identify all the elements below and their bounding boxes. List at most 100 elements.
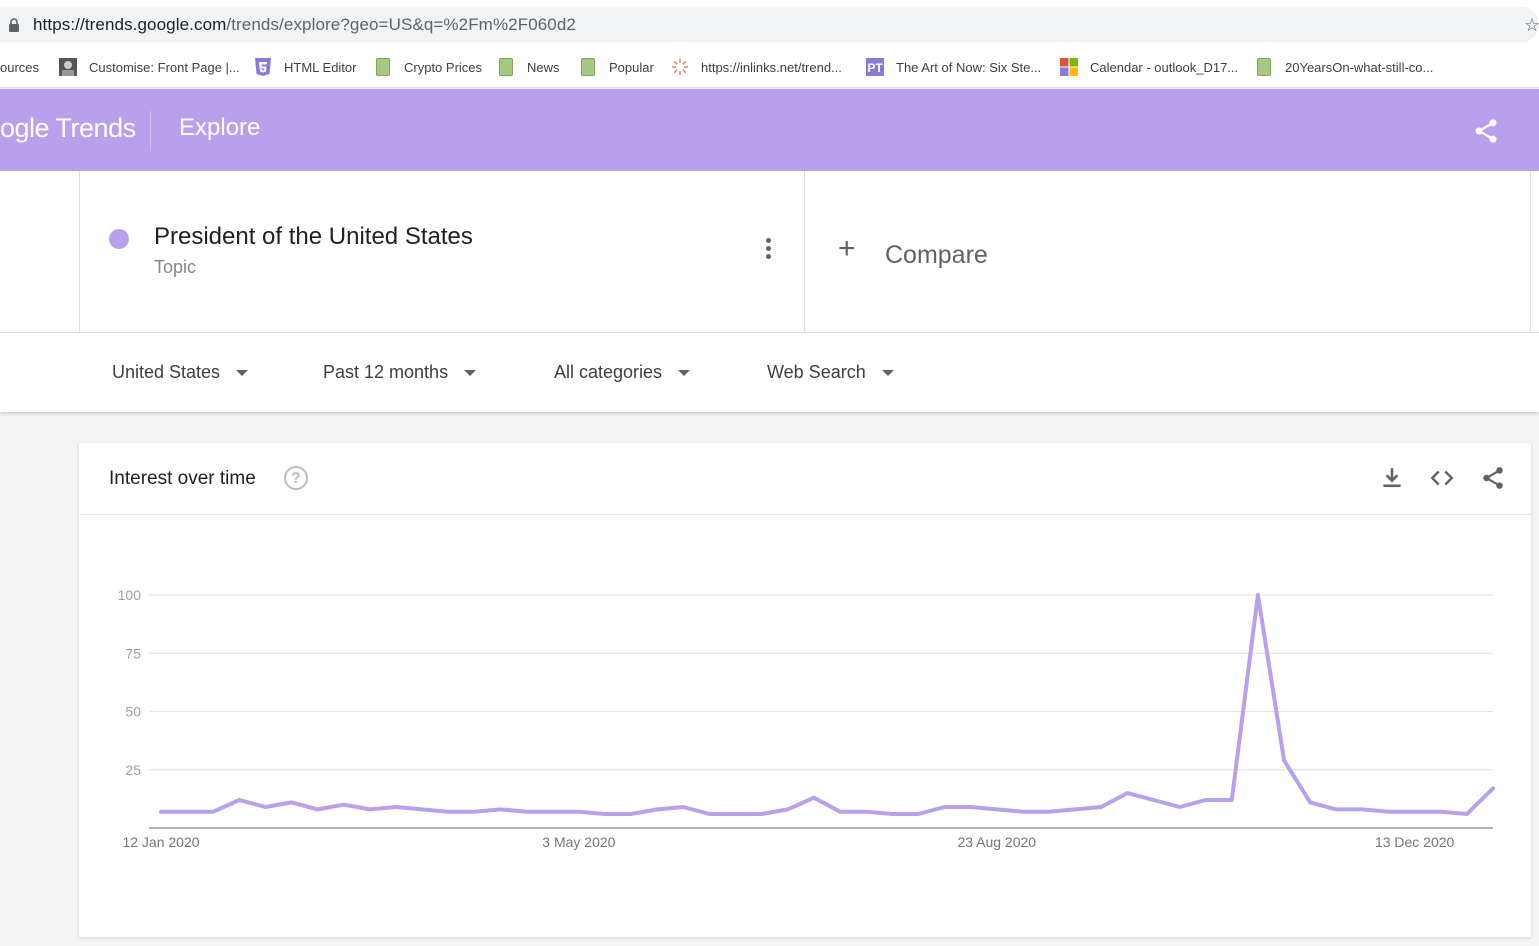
category-dropdown[interactable]: All categories — [554, 362, 691, 383]
data-point — [707, 812, 711, 816]
card-title: Interest over time — [109, 468, 256, 489]
compare-card[interactable]: + Compare — [805, 171, 1531, 332]
interest-line-chart[interactable]: 25 50 75 100 12 Jan 2020 3 May 2020 23 Aug 202… — [79, 515, 1531, 937]
data-point — [734, 812, 738, 816]
search-property-dropdown[interactable]: Web Search — [767, 362, 894, 383]
avatar-icon — [59, 58, 77, 76]
url-text[interactable]: https://trends.google.com/trends/explore… — [33, 15, 576, 35]
data-point — [838, 810, 842, 814]
bookmark-item[interactable]: Crypto Prices — [376, 56, 482, 78]
svg-text:PT: PT — [867, 61, 883, 75]
data-point — [1465, 812, 1469, 816]
caret-down-icon — [881, 369, 894, 376]
header-share-icon[interactable] — [1472, 117, 1500, 145]
share-icon[interactable] — [1480, 465, 1506, 491]
y-tick-label: 25 — [125, 762, 141, 778]
more-options-icon[interactable] — [766, 238, 772, 260]
data-point — [655, 807, 659, 811]
page-icon — [1257, 58, 1271, 76]
bookmark-item[interactable]: Calendar - outlook_D17... — [1060, 56, 1238, 78]
series-line[interactable] — [159, 593, 1495, 816]
panel-gutter — [0, 171, 79, 332]
bookmark-label: Customise: Front Page |... — [89, 59, 240, 75]
data-point — [211, 810, 215, 814]
bookmark-item[interactable]: HTML Editor — [254, 56, 356, 78]
data-point — [1256, 593, 1260, 597]
data-point — [237, 798, 241, 802]
data-point — [760, 812, 764, 816]
time-range-dropdown[interactable]: Past 12 months — [323, 362, 477, 383]
x-tick-label: 13 Dec 2020 — [1375, 834, 1455, 850]
term-name[interactable]: President of the United States — [154, 223, 473, 251]
dropdown-label: All categories — [554, 362, 663, 382]
bookmark-label: https://inlinks.net/trend... — [701, 59, 842, 75]
region-dropdown[interactable]: United States — [112, 362, 249, 383]
data-point — [1387, 810, 1391, 814]
data-point — [1151, 798, 1155, 802]
data-point — [943, 805, 947, 809]
x-tick-label: 3 May 2020 — [542, 834, 615, 850]
data-point — [1047, 810, 1051, 814]
data-point — [1099, 805, 1103, 809]
data-point — [916, 812, 920, 816]
data-point — [342, 803, 346, 807]
data-point — [1491, 786, 1495, 790]
bookmark-item[interactable]: Popular — [581, 56, 654, 78]
caret-down-icon — [464, 369, 477, 376]
data-point — [1360, 807, 1364, 811]
url-path: /trends/explore?geo=US&q=%2Fm%2F060d2 — [226, 15, 576, 34]
url-host: https://trends.google.com — [33, 15, 227, 34]
y-tick-label: 50 — [125, 704, 141, 720]
data-point — [472, 810, 476, 814]
dropdown-label: Web Search — [767, 362, 866, 382]
bookmark-star-icon[interactable]: ☆ — [1524, 15, 1539, 36]
bookmark-item[interactable]: News — [499, 56, 560, 78]
data-point — [1413, 810, 1417, 814]
bookmark-label: News — [527, 59, 560, 75]
compare-label[interactable]: Compare — [885, 241, 988, 270]
caret-down-icon — [678, 369, 691, 376]
data-point — [1439, 810, 1443, 814]
data-point — [577, 810, 581, 814]
download-icon[interactable] — [1379, 465, 1405, 491]
header-divider — [150, 111, 151, 151]
data-point — [1230, 798, 1234, 802]
bookmark-item[interactable]: 20YearsOn-what-still-co... — [1257, 56, 1433, 78]
term-color-dot — [109, 229, 129, 249]
bookmark-item[interactable]: ources — [0, 56, 39, 78]
bookmark-item[interactable]: https://inlinks.net/trend... — [671, 56, 842, 78]
data-point — [890, 812, 894, 816]
google-trends-logo[interactable]: ogle Trends — [0, 113, 136, 144]
data-point — [1204, 798, 1208, 802]
data-point — [1178, 805, 1182, 809]
data-point — [499, 807, 503, 811]
plus-icon[interactable]: + — [838, 234, 856, 264]
interest-over-time-card: Interest over time ? 25 50 75 100 12 Jan 202… — [79, 443, 1531, 937]
bookmark-item[interactable]: Customise: Front Page |... — [59, 56, 240, 78]
app-header: ogle Trends Explore — [0, 89, 1539, 171]
url-field[interactable]: https://trends.google.com/trends/explore… — [0, 7, 1539, 42]
bookmarks-bar: ources Customise: Front Page |... HTML E… — [0, 46, 1539, 88]
search-term-card[interactable]: President of the United States Topic — [79, 171, 805, 332]
bookmark-label: ources — [0, 59, 40, 75]
page-title: Explore — [179, 114, 261, 141]
data-point — [1073, 807, 1077, 811]
search-terms-panel: President of the United States Topic + C… — [0, 171, 1539, 332]
data-point — [420, 807, 424, 811]
bookmark-label: The Art of Now: Six Ste... — [896, 59, 1042, 75]
caret-down-icon — [236, 369, 249, 376]
data-point — [1125, 791, 1129, 795]
data-point — [629, 812, 633, 816]
bookmark-item[interactable]: PT The Art of Now: Six Ste... — [866, 56, 1041, 78]
dropdown-label: United States — [112, 362, 221, 382]
x-tick-label: 12 Jan 2020 — [122, 834, 199, 850]
pt-icon: PT — [866, 58, 884, 76]
help-icon[interactable]: ? — [284, 466, 308, 490]
data-point — [681, 805, 685, 809]
embed-code-icon[interactable] — [1429, 465, 1455, 491]
data-point — [969, 805, 973, 809]
lock-icon — [9, 18, 19, 32]
data-point — [185, 810, 189, 814]
term-type: Topic — [154, 257, 197, 277]
data-point — [1021, 810, 1025, 814]
